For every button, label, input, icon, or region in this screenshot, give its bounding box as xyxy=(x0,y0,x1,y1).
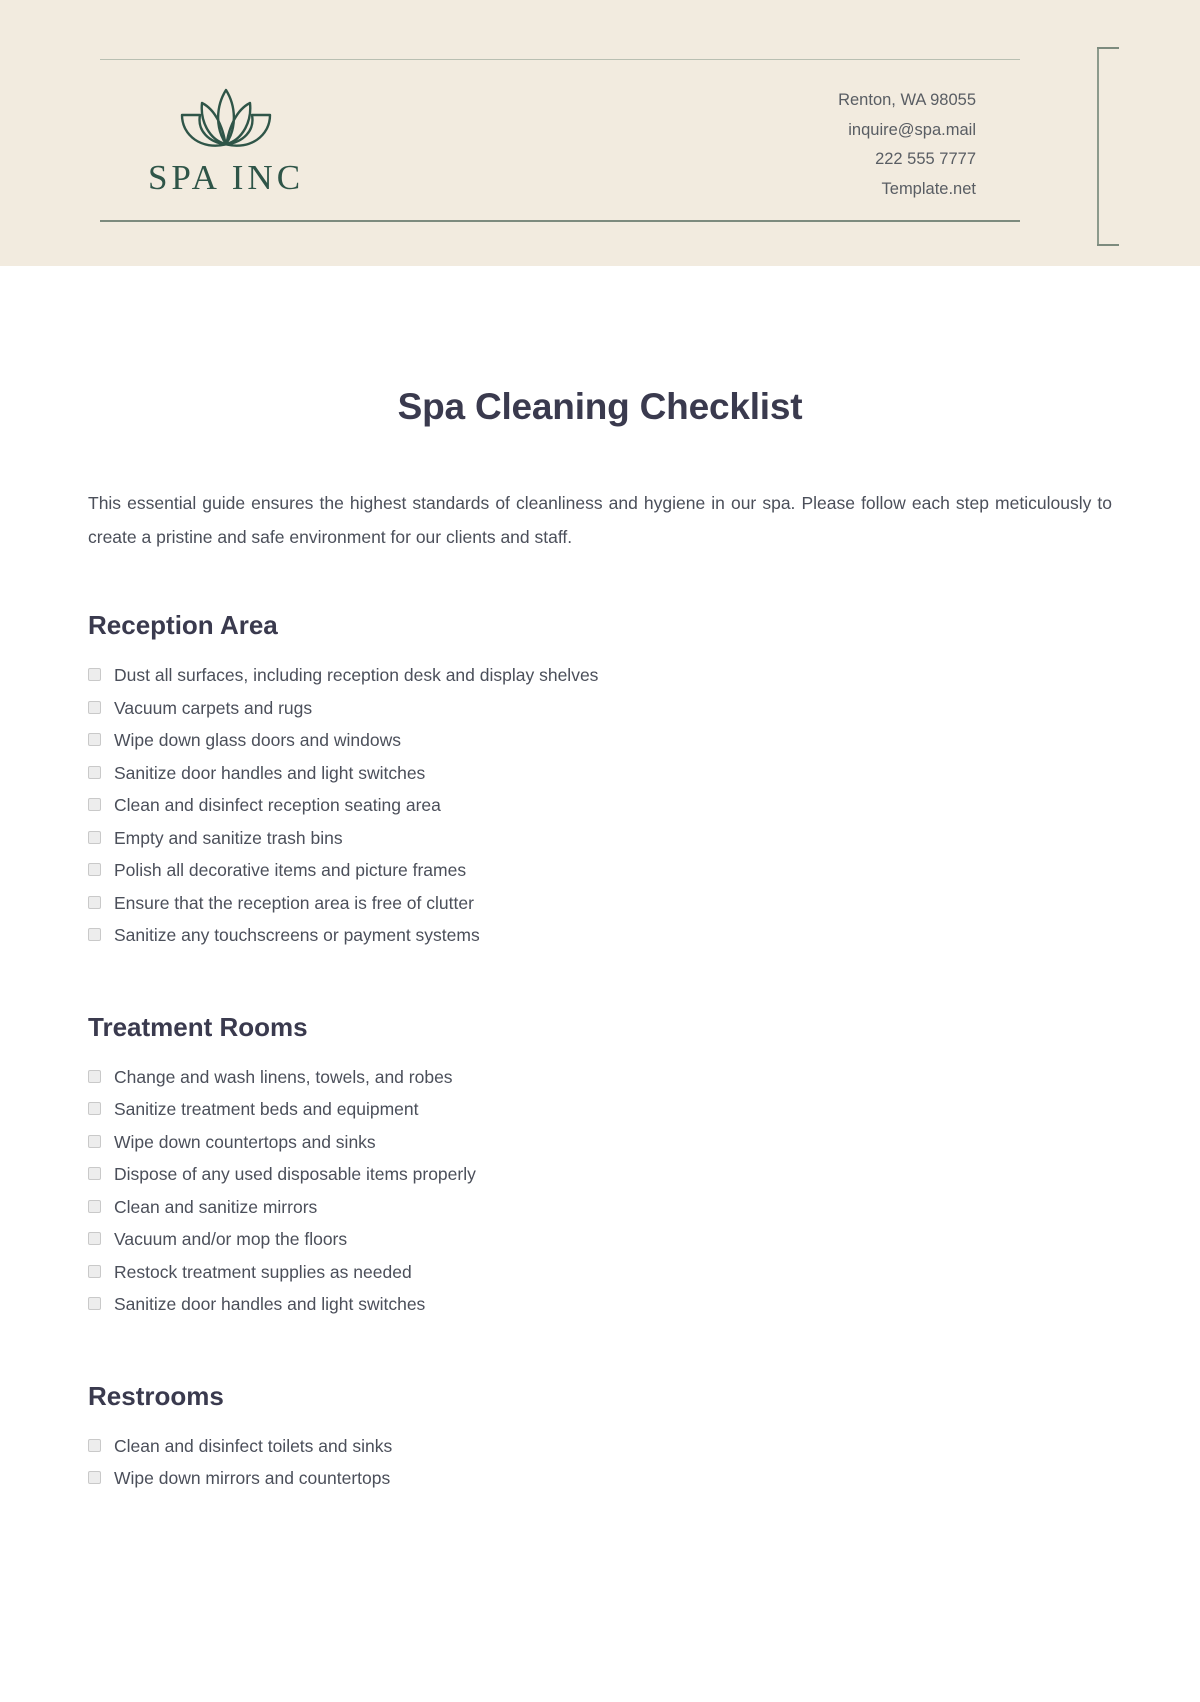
brand-logo: SPA INC xyxy=(126,84,326,198)
checklist: Dust all surfaces, including reception d… xyxy=(88,663,1112,947)
checklist-item-label: Ensure that the reception area is free o… xyxy=(114,892,474,913)
decorative-bracket xyxy=(1097,47,1125,246)
checklist-item[interactable]: Dispose of any used disposable items pro… xyxy=(88,1162,1112,1186)
document-body: Spa Cleaning Checklist This essential gu… xyxy=(0,266,1200,1490)
checklist: Clean and disinfect toilets and sinks Wip… xyxy=(88,1434,1112,1491)
checkbox-icon[interactable] xyxy=(88,1471,101,1484)
checkbox-icon[interactable] xyxy=(88,830,101,844)
checkbox-icon[interactable] xyxy=(88,1232,101,1245)
checklist-item[interactable]: Clean and sanitize mirrors xyxy=(88,1195,1112,1219)
page-title: Spa Cleaning Checklist xyxy=(397,386,803,427)
checklist-item-label: Clean and disinfect reception seating ar… xyxy=(114,795,441,815)
checkbox-icon[interactable] xyxy=(88,1199,101,1213)
checklist-item[interactable]: Empty and sanitize trash bins xyxy=(88,826,1112,850)
checklist-item-label: Change and wash linens, towels, and robe… xyxy=(114,1066,453,1087)
checklist-section: Treatment Rooms Change and wash linens, t… xyxy=(88,956,1112,1317)
contact-email: inquire@spa.mail xyxy=(848,120,976,139)
checklist-item[interactable]: Ensure that the reception area is free o… xyxy=(88,891,1112,915)
checkbox-icon[interactable] xyxy=(88,1102,101,1115)
checkbox-icon[interactable] xyxy=(88,733,101,746)
checklist-item-label: Empty and sanitize trash bins xyxy=(114,827,343,848)
checklist-item[interactable]: Clean and disinfect toilets and sinks xyxy=(88,1434,1112,1458)
checklist-item-label: Sanitize door handles and light switches xyxy=(114,1294,426,1314)
checkbox-icon[interactable] xyxy=(88,1438,101,1452)
checkbox-icon[interactable] xyxy=(88,1297,101,1310)
section-title: Restrooms xyxy=(88,1380,224,1411)
checklist-item-label: Clean and sanitize mirrors xyxy=(114,1196,318,1217)
checklist-item[interactable]: Wipe down glass doors and windows xyxy=(88,728,1112,752)
checklist-item-label: Sanitize any touchscreens or payment sys… xyxy=(114,925,480,945)
brand-name: SPA INC xyxy=(147,158,305,197)
checklist-item[interactable]: Vacuum carpets and rugs xyxy=(88,696,1112,720)
contact-website: Template.net xyxy=(881,179,976,198)
header-top-divider xyxy=(100,59,1020,60)
checklist-item[interactable]: Change and wash linens, towels, and robe… xyxy=(88,1065,1112,1089)
checklist-item-label: Sanitize treatment beds and equipment xyxy=(114,1099,419,1119)
checklist-item-label: Vacuum and/or mop the floors xyxy=(114,1229,348,1249)
bracket-bottom-stub xyxy=(1097,244,1119,246)
checklist-sections: Reception Area Dust all surfaces, includi… xyxy=(88,554,1112,1490)
checklist-item[interactable]: Vacuum and/or mop the floors xyxy=(88,1227,1112,1251)
checkbox-icon[interactable] xyxy=(88,928,101,941)
bracket-vertical-line xyxy=(1097,47,1099,246)
checklist-item[interactable]: Polish all decorative items and picture … xyxy=(88,858,1112,882)
checklist-item[interactable]: Sanitize door handles and light switches xyxy=(88,761,1112,785)
checklist-section: Restrooms Clean and disinfect toilets and… xyxy=(88,1325,1112,1491)
checklist-item-label: Wipe down mirrors and countertops xyxy=(114,1468,391,1488)
contact-address: Renton, WA 98055 xyxy=(838,91,976,109)
checklist-item-label: Polish all decorative items and picture … xyxy=(114,860,467,880)
document-header: SPA INC Renton, WA 98055 inquire@spa.mai… xyxy=(0,0,1200,266)
checkbox-icon[interactable] xyxy=(88,1167,101,1180)
checklist-item[interactable]: Sanitize treatment beds and equipment xyxy=(88,1097,1112,1121)
checkbox-icon[interactable] xyxy=(88,1134,101,1148)
lotus-flower-icon xyxy=(180,88,272,147)
checklist-item-label: Wipe down glass doors and windows xyxy=(114,730,401,750)
checkbox-icon[interactable] xyxy=(88,863,101,876)
checklist-item-label: Restock treatment supplies as needed xyxy=(114,1261,412,1282)
checklist-item[interactable]: Wipe down mirrors and countertops xyxy=(88,1466,1112,1490)
section-title: Treatment Rooms xyxy=(88,1011,308,1042)
checklist-item[interactable]: Sanitize door handles and light switches xyxy=(88,1292,1112,1316)
checklist-item-label: Sanitize door handles and light switches xyxy=(114,762,426,783)
checklist-item[interactable]: Wipe down countertops and sinks xyxy=(88,1130,1112,1154)
checklist-item-label: Dust all surfaces, including reception d… xyxy=(114,665,599,685)
checkbox-icon[interactable] xyxy=(88,1069,101,1083)
header-bottom-divider xyxy=(100,220,1020,222)
checklist-item-label: Dispose of any used disposable items pro… xyxy=(114,1164,476,1184)
bracket-top-stub xyxy=(1097,47,1119,49)
checklist-item-label: Clean and disinfect toilets and sinks xyxy=(114,1435,393,1456)
checkbox-icon[interactable] xyxy=(88,895,101,909)
checklist-item-label: Wipe down countertops and sinks xyxy=(114,1131,376,1152)
checkbox-icon[interactable] xyxy=(88,1264,101,1278)
checklist-section: Reception Area Dust all surfaces, includi… xyxy=(88,554,1112,947)
checkbox-icon[interactable] xyxy=(88,798,101,811)
checklist: Change and wash linens, towels, and robe… xyxy=(88,1065,1112,1317)
checklist-item[interactable]: Restock treatment supplies as needed xyxy=(88,1260,1112,1284)
checkbox-icon[interactable] xyxy=(88,668,101,681)
intro-paragraph: This essential guide ensures the highest… xyxy=(88,493,1112,547)
section-title: Reception Area xyxy=(88,610,278,640)
checklist-item[interactable]: Sanitize any touchscreens or payment sys… xyxy=(88,923,1112,947)
checklist-item[interactable]: Dust all surfaces, including reception d… xyxy=(88,663,1112,687)
contact-info: Renton, WA 98055 inquire@spa.mail 222 55… xyxy=(838,86,976,204)
checkbox-icon[interactable] xyxy=(88,700,101,714)
checkbox-icon[interactable] xyxy=(88,765,101,779)
checklist-item[interactable]: Clean and disinfect reception seating ar… xyxy=(88,793,1112,817)
checklist-item-label: Vacuum carpets and rugs xyxy=(114,697,313,718)
contact-phone: 222 555 7777 xyxy=(875,150,976,168)
